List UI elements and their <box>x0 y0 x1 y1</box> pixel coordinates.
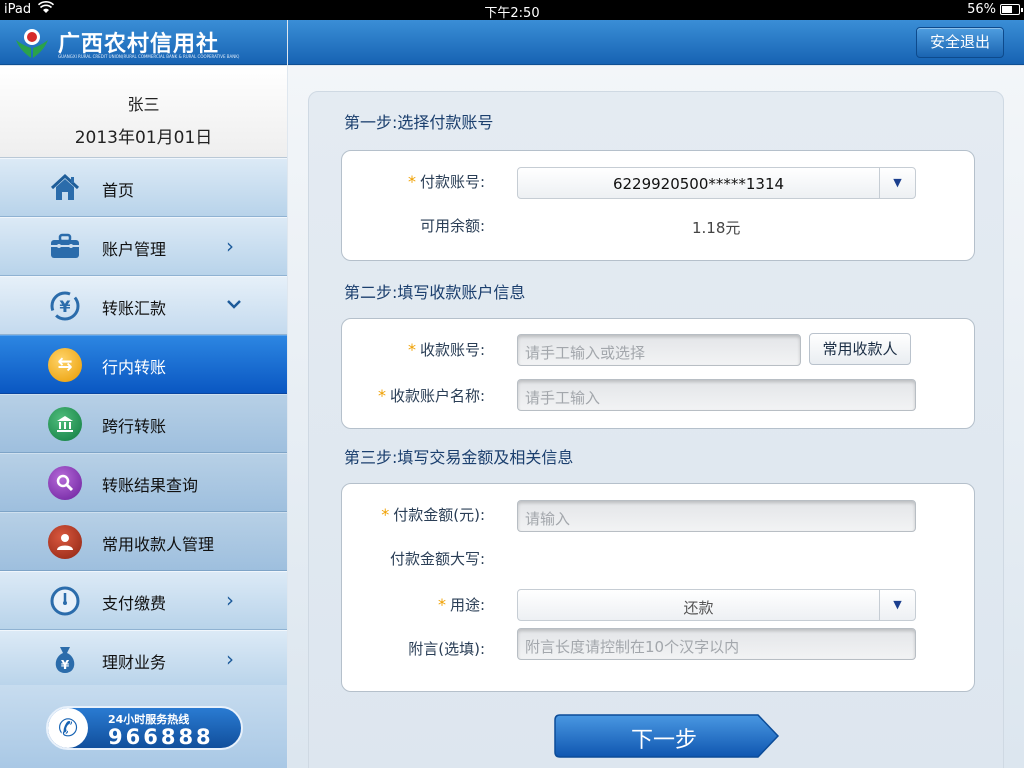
purpose-select[interactable]: 还款 ▼ <box>517 589 916 621</box>
sidebar-item-label: 首页 <box>102 181 135 200</box>
magnifier-icon <box>48 466 82 500</box>
next-step-label: 下一步 <box>630 728 697 753</box>
balance-label: 可用余额: <box>419 217 485 235</box>
payee-name-input[interactable]: 请手工输入 <box>517 379 916 411</box>
service-hotline[interactable]: ✆ 24小时服务热线 966888 <box>46 706 243 750</box>
amount-input[interactable]: 请输入 <box>517 500 916 532</box>
sidebar-item-payments[interactable]: 支付缴费 › <box>0 571 287 630</box>
home-icon <box>48 171 82 205</box>
user-name: 张三 <box>127 95 160 114</box>
sidebar-item-payee-management[interactable]: 常用收款人管理 <box>0 512 287 571</box>
sidebar-item-label: 行内转账 <box>102 358 167 377</box>
sidebar-item-account-management[interactable]: 账户管理 › <box>0 217 287 276</box>
step3-title: 第三步:填写交易金额及相关信息 <box>344 448 574 467</box>
payee-name-label: * 收款账户名称: <box>377 386 485 405</box>
step1-box: * 付款账号: 6229920500*****1314 ▼ 可用余额: 1.18元 <box>341 150 975 261</box>
money-bag-icon: ¥ <box>48 643 82 677</box>
dropdown-arrow-icon: ▼ <box>879 168 915 198</box>
brand-header: 广西农村信用社 GUANGXI RURAL CREDIT UNION(RURAL… <box>0 20 287 65</box>
yen-transfer-icon: ¥ <box>48 289 82 323</box>
sidebar-item-intrabank-transfer[interactable]: ⇆ 行内转账 <box>0 335 287 394</box>
next-step-button[interactable]: 下一步 <box>554 714 780 758</box>
amount-upper-label: 付款金额大写: <box>389 550 485 568</box>
status-bar: iPad 下午2:50 56% <box>0 0 1024 21</box>
chevron-right-icon: › <box>226 588 234 612</box>
chevron-down-icon <box>226 291 242 315</box>
bank-subtitle: GUANGXI RURAL CREDIT UNION(RURAL COMMERC… <box>58 54 240 59</box>
login-date: 2013年01月01日 <box>74 128 213 148</box>
person-icon <box>48 525 82 559</box>
payee-account-label: * 收款账号: <box>407 340 485 359</box>
hotline-area: ✆ 24小时服务热线 966888 <box>0 685 287 768</box>
bank-building-icon <box>48 407 82 441</box>
required-asterisk: * <box>377 386 386 405</box>
step3-box: * 付款金额(元): 请输入 付款金额大写: * 用途: 还款 ▼ 附言(选填): … <box>341 483 975 692</box>
balance-value: 1.18元 <box>692 219 741 237</box>
briefcase-icon <box>48 230 82 264</box>
hotline-number: 966888 <box>108 725 214 749</box>
top-bar: 安全退出 <box>288 20 1024 65</box>
battery-percent: 56% <box>967 2 996 17</box>
sidebar-item-interbank-transfer[interactable]: 跨行转账 <box>0 394 287 453</box>
frequent-payee-button[interactable]: 常用收款人 <box>809 333 911 365</box>
dropdown-arrow-icon: ▼ <box>879 590 915 620</box>
sidebar-item-wealth[interactable]: ¥ 理财业务 › <box>0 630 287 689</box>
chevron-right-icon: › <box>226 234 234 258</box>
sidebar: 张三 2013年01月01日 首页 账户管理 › ¥ 转账汇款 ⇆ 行内转账 跨… <box>0 66 287 768</box>
exchange-arrows-icon: ⇆ <box>48 348 82 382</box>
sidebar-item-transfer[interactable]: ¥ 转账汇款 <box>0 276 287 335</box>
required-asterisk: * <box>437 595 446 614</box>
clock-time: 下午2:50 <box>484 6 540 21</box>
sidebar-item-label: 转账汇款 <box>102 299 167 318</box>
step1-title: 第一步:选择付款账号 <box>344 113 494 132</box>
sidebar-item-home[interactable]: 首页 <box>0 158 287 217</box>
sidebar-item-label: 跨行转账 <box>102 417 167 436</box>
main-content: 第一步:选择付款账号 * 付款账号: 6229920500*****1314 ▼ … <box>288 66 1024 768</box>
step2-box: * 收款账号: 请手工输入或选择 常用收款人 * 收款账户名称: 请手工输入 <box>341 318 975 429</box>
required-asterisk: * <box>407 172 416 191</box>
sidebar-item-label: 转账结果查询 <box>102 476 199 495</box>
payer-account-label: * 付款账号: <box>407 172 485 191</box>
purpose-value: 还款 <box>683 599 714 617</box>
sidebar-item-label: 理财业务 <box>102 653 167 672</box>
sidebar-item-label: 支付缴费 <box>102 594 167 613</box>
clock-icon <box>48 584 82 618</box>
phone-icon: ✆ <box>48 708 88 748</box>
logout-button[interactable]: 安全退出 <box>916 27 1004 58</box>
sidebar-item-label: 常用收款人管理 <box>102 535 215 554</box>
note-input[interactable]: 附言长度请控制在10个汉字以内 <box>517 628 916 660</box>
purpose-label: * 用途: <box>437 595 485 614</box>
payer-account-select[interactable]: 6229920500*****1314 ▼ <box>517 167 916 199</box>
amount-label: * 付款金额(元): <box>381 505 485 524</box>
payee-account-input[interactable]: 请手工输入或选择 <box>517 334 801 366</box>
user-info: 张三 2013年01月01日 <box>0 66 287 158</box>
bank-logo-icon <box>14 26 50 60</box>
svg-text:¥: ¥ <box>59 297 70 316</box>
note-label: 附言(选填): <box>408 640 485 658</box>
required-asterisk: * <box>381 505 390 524</box>
sidebar-item-transfer-query[interactable]: 转账结果查询 <box>0 453 287 512</box>
svg-text:¥: ¥ <box>61 658 70 672</box>
step2-title: 第二步:填写收款账户信息 <box>344 283 526 302</box>
battery-icon <box>1000 4 1023 15</box>
required-asterisk: * <box>407 340 416 359</box>
sidebar-item-label: 账户管理 <box>102 240 167 259</box>
chevron-right-icon: › <box>226 647 234 671</box>
payer-account-value: 6229920500*****1314 <box>612 175 785 193</box>
